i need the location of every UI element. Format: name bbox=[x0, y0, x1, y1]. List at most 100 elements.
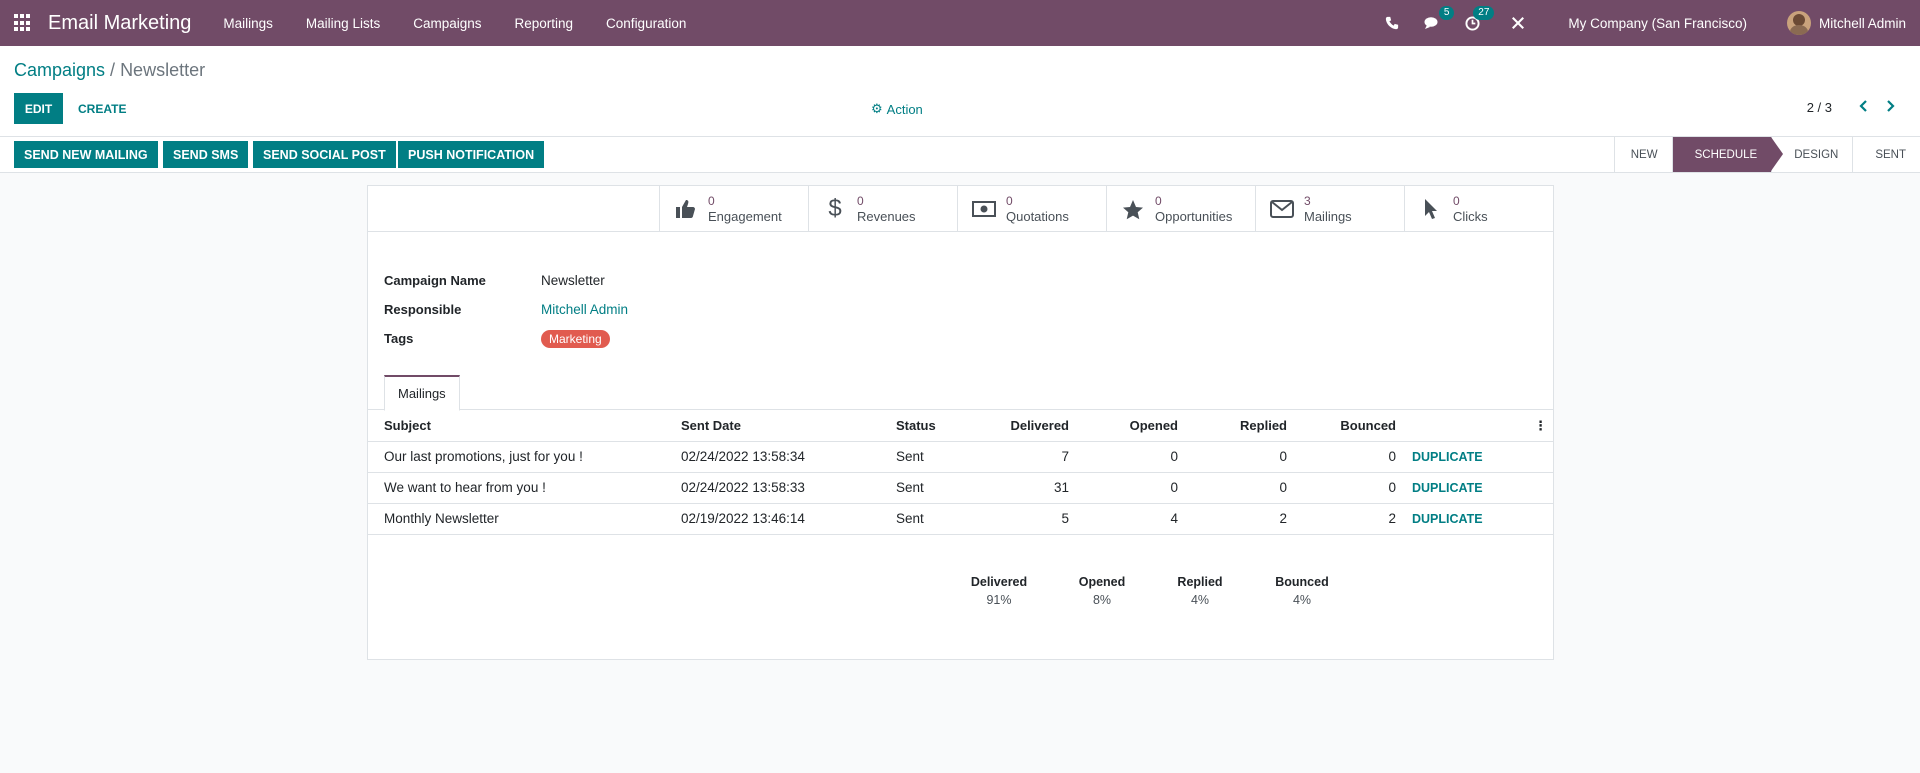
star-icon bbox=[1121, 197, 1145, 221]
top-navbar: Email Marketing Mailings Mailing Lists C… bbox=[0, 0, 1920, 46]
row-replied: 0 bbox=[1194, 441, 1303, 473]
column-options-icon[interactable]: ⋮ bbox=[1412, 411, 1553, 442]
row-subject: Our last promotions, just for you ! bbox=[368, 441, 665, 473]
control-panel: Campaigns / Newsletter EDIT CREATE ⚙ Act… bbox=[0, 46, 1920, 137]
pager-previous-button[interactable] bbox=[1852, 94, 1874, 118]
action-label: Action bbox=[886, 101, 923, 117]
breadcrumb-campaigns[interactable]: Campaigns bbox=[14, 60, 105, 80]
breadcrumb-current: Newsletter bbox=[120, 60, 206, 80]
header-buttons-row: SEND NEW MAILING SEND SMS SEND SOCIAL PO… bbox=[0, 137, 1920, 173]
stage-schedule[interactable]: SCHEDULE bbox=[1671, 137, 1784, 172]
smart-button-box: 0 Engagement $ 0 Revenues 0 Quotations 0 Opp… bbox=[368, 186, 1553, 232]
col-sent-date[interactable]: Sent Date bbox=[665, 411, 880, 442]
chat-badge: 5 bbox=[1438, 6, 1455, 20]
debug-tools-icon[interactable] bbox=[1508, 13, 1528, 33]
col-status[interactable]: Status bbox=[880, 411, 962, 442]
company-switcher[interactable]: My Company (San Francisco) bbox=[1568, 16, 1747, 31]
user-avatar[interactable] bbox=[1786, 11, 1811, 35]
stage-new[interactable]: NEW bbox=[1613, 137, 1672, 172]
envelope-icon bbox=[1270, 197, 1294, 221]
menu-campaigns[interactable]: Campaigns bbox=[413, 16, 481, 31]
duplicate-button[interactable]: DUPLICATE bbox=[1412, 503, 1553, 535]
pager-value[interactable]: 2 / 3 bbox=[1807, 100, 1832, 115]
send-sms-button[interactable]: SEND SMS bbox=[163, 141, 249, 168]
row-sent-date: 02/24/2022 13:58:33 bbox=[665, 472, 880, 504]
stat-clicks-label: Clicks bbox=[1453, 209, 1488, 224]
total-replied-label: Replied bbox=[1177, 575, 1223, 589]
campaign-name-label: Campaign Name bbox=[384, 273, 486, 288]
stat-revenues-value: 0 bbox=[857, 194, 864, 208]
table-row[interactable]: We want to hear from you ! 02/24/2022 13… bbox=[368, 472, 1553, 504]
stat-quotations-value: 0 bbox=[1006, 194, 1013, 208]
chevron-left-icon bbox=[1859, 100, 1867, 112]
stage-sent[interactable]: SENT bbox=[1852, 137, 1920, 172]
row-opened: 4 bbox=[1085, 503, 1194, 535]
duplicate-button[interactable]: DUPLICATE bbox=[1412, 441, 1553, 473]
app-title[interactable]: Email Marketing bbox=[48, 12, 191, 35]
form-fields: Campaign Name Newsletter Responsible Mit… bbox=[384, 266, 628, 353]
stat-revenues[interactable]: $ 0 Revenues bbox=[808, 186, 957, 232]
edit-button[interactable]: EDIT bbox=[14, 93, 63, 124]
pointer-icon bbox=[1419, 197, 1443, 221]
row-delivered: 31 bbox=[962, 472, 1085, 504]
stat-revenues-label: Revenues bbox=[857, 209, 916, 224]
col-subject[interactable]: Subject bbox=[368, 411, 665, 442]
row-bounced: 0 bbox=[1303, 441, 1412, 473]
tag-badge: Marketing bbox=[541, 329, 610, 348]
gear-icon: ⚙ bbox=[871, 101, 883, 116]
stat-opportunities-label: Opportunities bbox=[1155, 209, 1233, 224]
phone-icon[interactable] bbox=[1382, 13, 1402, 33]
pager-next-button[interactable] bbox=[1880, 94, 1902, 118]
menu-reporting[interactable]: Reporting bbox=[515, 16, 574, 31]
duplicate-button[interactable]: DUPLICATE bbox=[1412, 472, 1553, 504]
row-delivered: 7 bbox=[962, 441, 1085, 473]
menu-configuration[interactable]: Configuration bbox=[606, 16, 686, 31]
total-bounced: Bounced 4% bbox=[1262, 575, 1342, 607]
tab-mailings[interactable]: Mailings bbox=[384, 375, 460, 411]
total-delivered: Delivered 91% bbox=[959, 575, 1039, 607]
row-opened: 0 bbox=[1085, 472, 1194, 504]
stat-clicks-value: 0 bbox=[1453, 194, 1460, 208]
push-notification-button[interactable]: PUSH NOTIFICATION bbox=[398, 141, 545, 168]
col-delivered[interactable]: Delivered bbox=[962, 411, 1085, 442]
stage-schedule-label: SCHEDULE bbox=[1694, 148, 1758, 161]
stat-mailings-value: 3 bbox=[1304, 194, 1311, 208]
col-bounced[interactable]: Bounced bbox=[1303, 411, 1412, 442]
row-bounced: 2 bbox=[1303, 503, 1412, 535]
stat-quotations[interactable]: 0 Quotations bbox=[957, 186, 1106, 232]
send-social-post-button[interactable]: SEND SOCIAL POST bbox=[253, 141, 396, 168]
row-status: Sent bbox=[880, 503, 962, 535]
user-menu[interactable]: Mitchell Admin bbox=[1819, 16, 1906, 31]
menu-mailing-lists[interactable]: Mailing Lists bbox=[306, 16, 380, 31]
total-opened-value: 8% bbox=[1092, 593, 1112, 607]
chat-icon[interactable]: 5 bbox=[1422, 6, 1455, 33]
activity-clock-icon[interactable]: 27 bbox=[1462, 6, 1495, 33]
total-opened-label: Opened bbox=[1078, 575, 1126, 589]
row-sent-date: 02/19/2022 13:46:14 bbox=[665, 503, 880, 535]
chevron-right-icon bbox=[1887, 100, 1895, 112]
responsible-link[interactable]: Mitchell Admin bbox=[541, 302, 628, 317]
form-sheet: 0 Engagement $ 0 Revenues 0 Quotations 0 Opp… bbox=[367, 185, 1554, 660]
action-menu[interactable]: ⚙ Action bbox=[871, 101, 923, 117]
stat-opportunities[interactable]: 0 Opportunities bbox=[1106, 186, 1255, 232]
menu-mailings[interactable]: Mailings bbox=[223, 16, 273, 31]
total-delivered-label: Delivered bbox=[970, 575, 1028, 589]
apps-menu-icon[interactable] bbox=[14, 14, 32, 32]
table-row[interactable]: Monthly Newsletter 02/19/2022 13:46:14 S… bbox=[368, 503, 1553, 535]
stage-design[interactable]: DESIGN bbox=[1771, 137, 1852, 172]
col-opened[interactable]: Opened bbox=[1085, 411, 1194, 442]
col-replied[interactable]: Replied bbox=[1194, 411, 1303, 442]
mailings-table: Subject Sent Date Status Delivered Opene… bbox=[368, 411, 1553, 535]
stat-mailings[interactable]: 3 Mailings bbox=[1255, 186, 1404, 232]
table-row[interactable]: Our last promotions, just for you ! 02/2… bbox=[368, 441, 1553, 473]
stat-clicks[interactable]: 0 Clicks bbox=[1404, 186, 1553, 232]
stat-engagement[interactable]: 0 Engagement bbox=[659, 186, 808, 232]
stat-engagement-value: 0 bbox=[708, 194, 715, 208]
create-button[interactable]: CREATE bbox=[68, 93, 136, 124]
stat-quotations-label: Quotations bbox=[1006, 209, 1069, 224]
row-status: Sent bbox=[880, 441, 962, 473]
row-replied: 0 bbox=[1194, 472, 1303, 504]
row-status: Sent bbox=[880, 472, 962, 504]
row-subject: Monthly Newsletter bbox=[368, 503, 665, 535]
send-new-mailing-button[interactable]: SEND NEW MAILING bbox=[14, 141, 158, 168]
